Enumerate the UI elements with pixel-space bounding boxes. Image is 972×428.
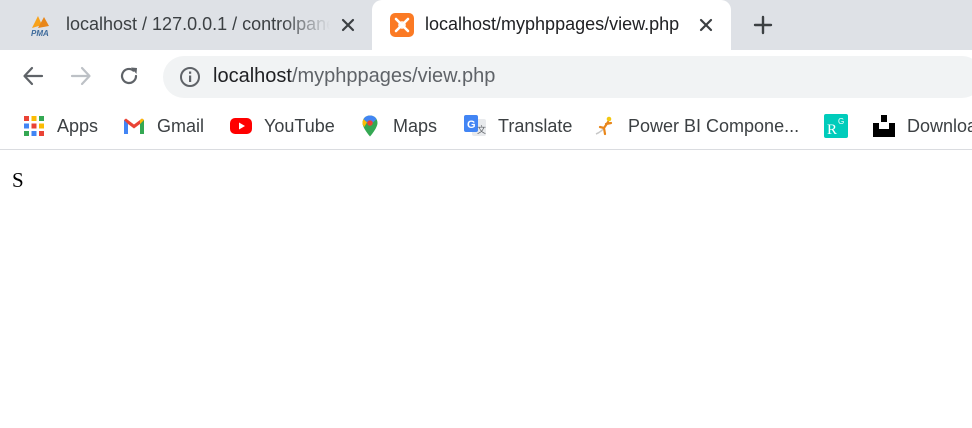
power-bi-icon	[595, 116, 613, 136]
forward-button[interactable]	[68, 63, 94, 89]
tab-title: localhost/myphppages/view.php	[425, 14, 680, 34]
svg-text:文: 文	[477, 124, 486, 135]
bookmark-label: Power BI Compone...	[628, 115, 800, 136]
plus-icon	[753, 15, 773, 35]
maps-icon	[362, 115, 378, 137]
researchgate-icon: R G	[824, 114, 848, 138]
tab-close-icon[interactable]	[337, 14, 359, 36]
download-icon	[873, 115, 895, 137]
browser-toolbar: localhost/myphppages/view.php	[0, 50, 972, 104]
gmail-icon	[124, 118, 144, 134]
bookmark-label: YouTube	[264, 115, 335, 136]
tab-view-php[interactable]: localhost/myphppages/view.php	[372, 0, 731, 50]
info-icon[interactable]	[179, 66, 201, 88]
tab-strip: PMA localhost / 127.0.0.1 / controlpanel…	[0, 0, 972, 50]
bookmark-translate[interactable]: G 文 Translate	[463, 112, 572, 140]
bookmark-download[interactable]: Downloa	[872, 112, 972, 140]
youtube-icon	[230, 118, 252, 134]
svg-text:G: G	[838, 117, 844, 126]
bookmark-label: Translate	[498, 115, 573, 136]
reload-button[interactable]	[116, 63, 142, 89]
bookmark-youtube[interactable]: YouTube	[229, 112, 335, 140]
tab-phpmyadmin[interactable]: PMA localhost / 127.0.0.1 / controlpanel	[0, 0, 372, 50]
bookmark-label: Downloa	[907, 115, 972, 136]
bookmark-gmail[interactable]: Gmail	[122, 112, 204, 140]
page-content: S	[0, 154, 972, 428]
bookmark-label: Apps	[57, 115, 99, 136]
arrow-right-icon	[70, 66, 91, 86]
url-path: /myphppages/view.php	[291, 65, 496, 87]
reload-icon	[120, 67, 138, 85]
bookmark-apps[interactable]: Apps	[22, 112, 98, 140]
url-text[interactable]: localhost/myphppages/view.php	[213, 65, 495, 88]
bookmark-power-bi[interactable]: Power BI Compone...	[593, 112, 799, 140]
bookmark-researchgate[interactable]: R G	[824, 112, 859, 140]
svg-text:R: R	[827, 122, 837, 138]
bookmark-label: Gmail	[157, 115, 205, 136]
xampp-icon	[390, 13, 414, 37]
arrow-left-icon	[23, 66, 44, 86]
bookmark-label: Maps	[393, 115, 438, 136]
back-button[interactable]	[20, 63, 46, 89]
phpmyadmin-icon: PMA	[31, 16, 49, 37]
url-host: localhost	[213, 65, 292, 87]
bookmark-maps[interactable]: Maps	[358, 112, 437, 140]
new-tab-button[interactable]	[750, 12, 776, 38]
translate-icon: G 文	[464, 115, 486, 136]
svg-text:PMA: PMA	[31, 29, 49, 37]
apps-grid-icon	[24, 116, 44, 136]
tab-close-icon[interactable]	[695, 14, 717, 36]
tab-title: localhost / 127.0.0.1 / controlpanel	[66, 14, 330, 34]
address-bar[interactable]: localhost/myphppages/view.php	[163, 56, 972, 98]
page-output-text: S	[12, 168, 24, 192]
svg-text:G: G	[467, 119, 476, 131]
bookmarks-bar: Apps Gmail YouTube Maps G 文 Translate Po…	[0, 104, 972, 150]
